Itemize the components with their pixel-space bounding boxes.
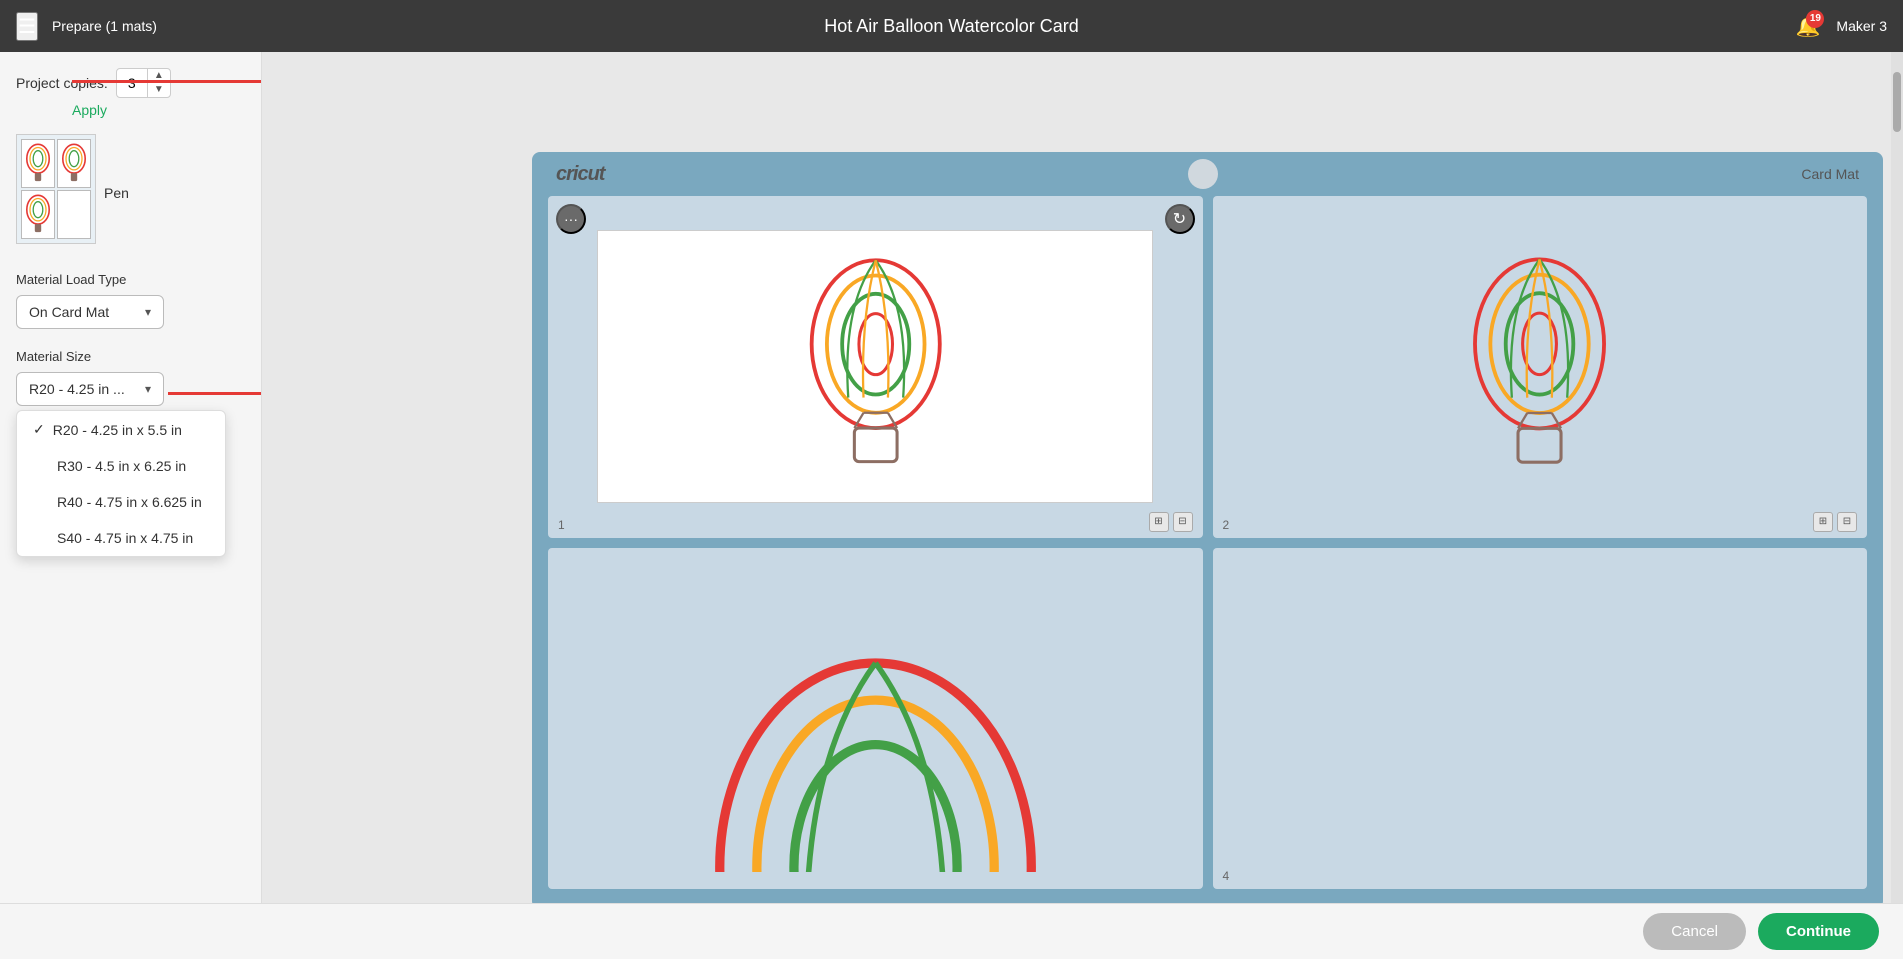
material-size-dropdown[interactable]: R20 - 4.25 in ... ▾ — [16, 372, 164, 406]
material-size-section: Material Size R20 - 4.25 in ... ▾ ✓ R20 … — [16, 349, 245, 406]
scrollbar-thumb[interactable] — [1893, 72, 1901, 132]
sidebar: Project copies: 3 ▲ ▼ Apply — [0, 52, 262, 959]
notification-badge: 19 — [1806, 10, 1824, 28]
mat-number-4: 4 — [1223, 869, 1230, 883]
header: ☰ Prepare (1 mats) Hot Air Balloon Water… — [0, 0, 1903, 52]
thumb-cell-4 — [57, 190, 91, 239]
bottom-bar: Cancel Continue — [0, 903, 1903, 959]
copies-arrow-indicator — [72, 74, 262, 88]
card-mat-label: Card Mat — [1801, 166, 1859, 182]
header-right: 🔔 19 Maker 3 — [1796, 14, 1887, 39]
header-center: Hot Air Balloon Watercolor Card — [824, 16, 1078, 37]
dropdown-item-label-r30: R30 - 4.5 in x 6.25 in — [57, 458, 186, 474]
mat-clamp — [1188, 159, 1218, 189]
size-chevron-down-icon: ▾ — [145, 382, 151, 396]
canvas-area: cricut Card Mat ··· ↻ — [262, 52, 1903, 959]
mat-cell-4: 4 — [1213, 548, 1868, 890]
cricut-logo: cricut — [556, 163, 604, 186]
mat-cell-3 — [548, 548, 1203, 890]
notification-button[interactable]: 🔔 19 — [1796, 14, 1821, 39]
mat-preview-row: Pen — [16, 134, 245, 252]
mat-options-button-1[interactable]: ··· — [556, 204, 586, 234]
mat-cell-2: 2 ⊞ ⊟ — [1213, 196, 1868, 538]
scrollbar-right[interactable] — [1891, 52, 1903, 959]
mat-ctrl-btn-1b[interactable]: ⊟ — [1173, 512, 1193, 532]
balloon-svg-2 — [1317, 244, 1762, 490]
mat-ctrl-btn-1a[interactable]: ⊞ — [1149, 512, 1169, 532]
material-size-menu: ✓ R20 - 4.25 in x 5.5 in R30 - 4.5 in x … — [16, 410, 226, 557]
page-title: Hot Air Balloon Watercolor Card — [824, 16, 1078, 36]
mat-cell-1: ··· ↻ — [548, 196, 1203, 538]
pen-label: Pen — [104, 185, 129, 201]
dropdown-item-s40[interactable]: S40 - 4.75 in x 4.75 in — [17, 520, 225, 556]
mat-ctrl-btn-2b[interactable]: ⊟ — [1837, 512, 1857, 532]
material-size-value: R20 - 4.25 in ... — [29, 381, 125, 397]
cancel-button[interactable]: Cancel — [1643, 913, 1746, 950]
dropdown-item-r40[interactable]: R40 - 4.75 in x 6.625 in — [17, 484, 225, 520]
material-load-type-value: On Card Mat — [29, 304, 109, 320]
mat-cell-inner-1 — [597, 230, 1153, 503]
dropdown-item-label-r40: R40 - 4.75 in x 6.625 in — [57, 494, 202, 510]
dropdown-item-label-r20: R20 - 4.25 in x 5.5 in — [53, 422, 182, 438]
balloon-svg-1 — [654, 245, 1097, 489]
mat-refresh-button-1[interactable]: ↻ — [1165, 204, 1195, 234]
size-arrow-container: R20 - 4.25 in ... ▾ ✓ R20 - 4.25 in x 5.… — [16, 372, 245, 406]
mats-container: ··· ↻ — [532, 192, 1883, 905]
dropdown-item-r30[interactable]: R30 - 4.5 in x 6.25 in — [17, 448, 225, 484]
size-arrow-indicator — [168, 386, 262, 400]
material-load-type-label: Material Load Type — [16, 272, 245, 287]
mat-thumbnail — [16, 134, 96, 244]
thumb-cell-3 — [21, 190, 55, 239]
mat-cell-inner-2 — [1262, 230, 1818, 503]
mat-controls-2: ⊞ ⊟ — [1813, 512, 1857, 532]
mat-number-2: 2 — [1223, 518, 1230, 532]
mat-cell-inner-3 — [597, 548, 1153, 890]
menu-button[interactable]: ☰ — [16, 12, 38, 41]
dropdown-item-r20[interactable]: ✓ R20 - 4.25 in x 5.5 in — [17, 411, 225, 448]
mat-number-1: 1 — [558, 518, 565, 532]
mat-outer: cricut Card Mat ··· ↻ — [532, 152, 1883, 909]
mat-controls-1: ⊞ ⊟ — [1149, 512, 1193, 532]
prepare-label: Prepare (1 mats) — [52, 18, 157, 34]
material-load-type-section: Material Load Type On Card Mat ▾ — [16, 272, 245, 329]
mat-ctrl-btn-2a[interactable]: ⊞ — [1813, 512, 1833, 532]
chevron-down-icon: ▾ — [145, 305, 151, 319]
balloon-svg-3 — [653, 565, 1098, 872]
mat-top-bar: cricut Card Mat — [532, 152, 1883, 192]
check-icon: ✓ — [33, 421, 45, 438]
dropdown-item-label-s40: S40 - 4.75 in x 4.75 in — [57, 530, 193, 546]
main-layout: Project copies: 3 ▲ ▼ Apply — [0, 52, 1903, 959]
thumb-cell-1 — [21, 139, 55, 188]
thumb-cell-2 — [57, 139, 91, 188]
maker-label: Maker 3 — [1836, 18, 1887, 34]
apply-button[interactable]: Apply — [72, 102, 107, 118]
continue-button[interactable]: Continue — [1758, 913, 1879, 950]
material-size-label: Material Size — [16, 349, 245, 364]
material-load-type-dropdown[interactable]: On Card Mat ▾ — [16, 295, 164, 329]
